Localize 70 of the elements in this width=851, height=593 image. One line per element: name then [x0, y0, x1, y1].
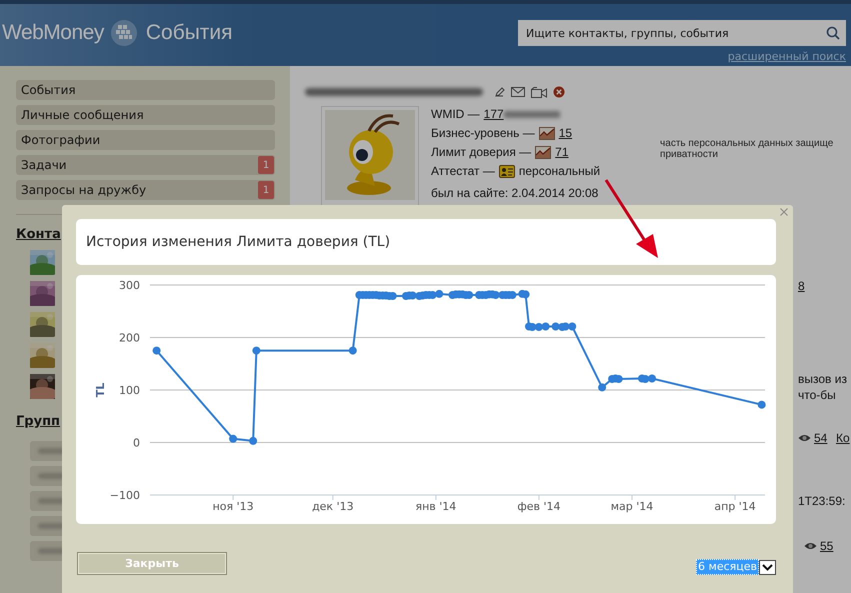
- field-label: Бизнес-уровень —: [431, 126, 535, 140]
- y-tick-label: −100: [110, 489, 140, 502]
- sidebar-item[interactable]: Задачи 1: [16, 155, 275, 175]
- envelope-icon: [511, 87, 525, 97]
- value-link[interactable]: 71: [555, 145, 569, 159]
- text-fragment: 1T23:59:: [798, 494, 846, 508]
- y-tick-label: 0: [133, 436, 140, 450]
- close-circle-icon: [553, 86, 565, 98]
- search-icon: [826, 26, 840, 40]
- data-point: [252, 346, 260, 355]
- section-title: События: [146, 21, 233, 45]
- x-tick-label: янв '14: [415, 500, 456, 513]
- video-camera-icon: [531, 86, 547, 98]
- data-point: [435, 290, 444, 298]
- y-tick-label: 100: [119, 384, 140, 397]
- views-count-link[interactable]: 54: [814, 431, 828, 445]
- pencil-icon: [495, 87, 505, 97]
- contacts-heading[interactable]: Конта: [16, 227, 66, 242]
- x-tick-label: апр '14: [714, 500, 756, 513]
- sidebar-item[interactable]: События: [16, 80, 275, 100]
- data-point: [522, 290, 530, 298]
- wmid-link[interactable]: 177: [484, 107, 504, 121]
- line-chart-icon: [535, 146, 552, 158]
- menu-label: Задачи: [21, 158, 67, 172]
- x-tick-label: фев '14: [517, 500, 561, 513]
- eye-icon: [804, 542, 817, 550]
- link[interactable]: Ко: [836, 431, 850, 445]
- count-badge: 1: [258, 181, 274, 199]
- field-label: WMID —: [431, 107, 480, 121]
- y-tick-label: 200: [119, 332, 140, 344]
- menu-label: Личные сообщения: [21, 108, 144, 122]
- certificate-value: персональный: [518, 164, 600, 178]
- data-point: [152, 346, 161, 355]
- blurred-text: [504, 110, 560, 118]
- x-tick-label: ноя '13: [212, 500, 254, 513]
- privacy-note: приватности: [660, 149, 719, 160]
- sidebar-item[interactable]: Личные сообщения: [16, 105, 275, 125]
- x-tick-label: дек '13: [312, 500, 354, 513]
- line-chart-icon: [538, 126, 555, 140]
- id-card-icon: [498, 164, 515, 178]
- modal-title: История изменения Лимита доверия (TL): [86, 234, 390, 250]
- sidebar-item[interactable]: Запросы на дружбу 1: [16, 180, 275, 200]
- y-axis-title: TL: [94, 382, 107, 398]
- groups-heading[interactable]: Групп: [16, 414, 66, 429]
- menu-label: Фотографии: [21, 133, 100, 147]
- x-tick-label: мар '14: [610, 500, 654, 513]
- data-point: [758, 400, 766, 409]
- search-field[interactable]: Ищите контакты, группы, события: [518, 20, 846, 46]
- y-tick-label: 300: [119, 279, 140, 292]
- caret-icon: [759, 560, 776, 574]
- data-point: [348, 346, 357, 355]
- menu-label: События: [21, 83, 76, 97]
- data-point: [249, 436, 258, 445]
- menu-label: Запросы на дружбу: [21, 183, 146, 197]
- field-label: Лимит доверия —: [431, 145, 532, 159]
- eye-icon: [798, 434, 811, 442]
- value-link[interactable]: 15: [558, 126, 572, 140]
- text-fragment: вызов из: [798, 372, 847, 386]
- data-point: [598, 383, 606, 392]
- last-seen-text: был на сайте: 2.04.2014 20:08: [431, 186, 600, 200]
- text-fragment: что-бы: [798, 388, 836, 402]
- sidebar-item[interactable]: Фотографии: [16, 130, 275, 150]
- field-label: Аттестат —: [431, 164, 495, 178]
- views-count-link[interactable]: 55: [820, 539, 834, 553]
- link[interactable]: 8: [798, 279, 805, 293]
- data-point: [229, 434, 238, 443]
- privacy-note: часть персональных данных защище: [660, 138, 834, 149]
- count-badge: 1: [258, 156, 274, 174]
- globe-logo-icon: [110, 19, 138, 47]
- close-icon[interactable]: [780, 208, 788, 216]
